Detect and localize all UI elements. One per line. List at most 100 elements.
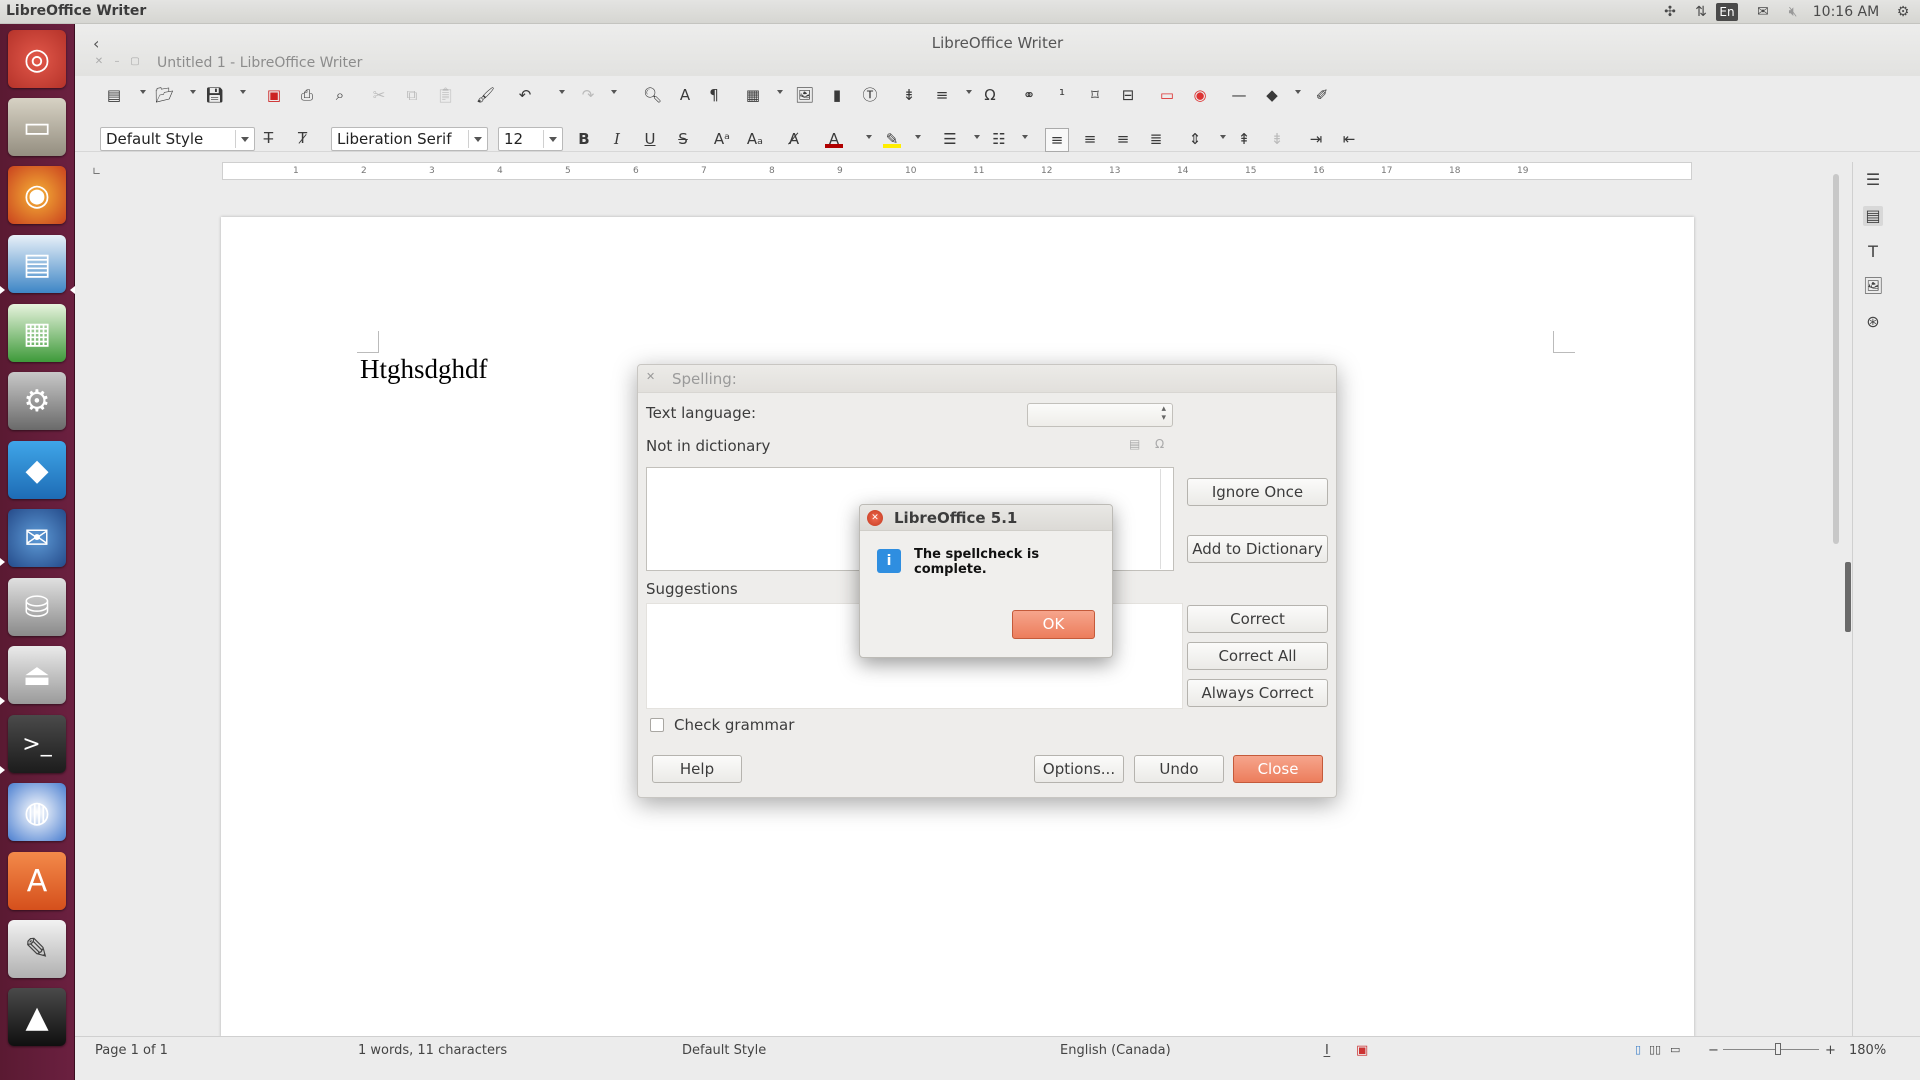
vertical-scrollbar[interactable] [1831,162,1841,1037]
text-language[interactable]: English (Canada) [1060,1043,1171,1058]
zoom-in-icon[interactable]: + [1825,1043,1836,1058]
help-button[interactable]: Help [652,755,742,783]
usb-drive-icon[interactable]: ⏏ [8,646,66,704]
page-break-icon[interactable]: ⇟ [900,86,918,104]
scrollbar-thumb[interactable] [1833,174,1839,544]
close-button[interactable]: Close [1233,755,1323,783]
book-view-icon[interactable]: ▭ [1670,1043,1680,1056]
keyboard-layout-indicator[interactable]: En [1716,3,1738,21]
track-changes-icon[interactable]: ◉ [1191,86,1209,104]
gallery-icon[interactable]: 🖼︎ [1863,276,1883,296]
redo-icon[interactable]: ↷ [579,86,597,104]
superscript-icon[interactable]: Aᵃ [713,130,731,148]
horizontal-ruler[interactable]: 1 2 3 4 5 6 7 8 9 10 11 12 13 14 15 16 17 18 19 [222,162,1692,180]
zoom-out-icon[interactable]: − [1708,1043,1719,1058]
dropdown-arrow-icon[interactable] [777,90,783,94]
ordered-list-icon[interactable]: ☷ [990,130,1008,148]
dropdown-arrow-icon[interactable] [190,90,196,94]
formatting-marks-icon[interactable]: ¶ [705,86,723,104]
align-left-icon[interactable]: ≡ [1045,128,1069,152]
software-center-icon[interactable]: A [8,852,66,910]
maximize-window-icon[interactable]: ▢ [129,56,141,68]
check-grammar-checkbox[interactable] [650,718,664,732]
dropdown-arrow-icon[interactable] [1220,135,1226,139]
system-gear-icon[interactable]: ⚙ [1892,2,1914,22]
bookmark-icon[interactable]: ⌑ [1086,86,1104,104]
new-style-icon[interactable]: T̷ [298,129,307,147]
styles-icon[interactable]: T [1863,242,1883,262]
insert-line-icon[interactable]: — [1230,86,1248,104]
insert-field-icon[interactable]: ≡ [933,86,951,104]
cross-reference-icon[interactable]: ⊟ [1119,86,1137,104]
dropdown-arrow-icon[interactable] [915,135,921,139]
tab-stop-selector[interactable]: ∟ [92,165,101,178]
increase-paragraph-spacing-icon[interactable]: ⇞ [1235,130,1253,148]
hyperlink-icon[interactable]: ⚭ [1020,86,1038,104]
correct-button[interactable]: Correct [1187,605,1328,633]
basic-shapes-icon[interactable]: ◆ [1263,86,1281,104]
page-style[interactable]: Default Style [682,1043,766,1058]
decrease-indent-icon[interactable]: ⇤ [1340,130,1358,148]
italic-icon[interactable]: I [608,130,626,148]
navigator-icon[interactable]: ⊛ [1863,312,1883,332]
insert-chart-icon[interactable]: ▮ [828,86,846,104]
font-size-combo[interactable]: 12 [498,127,563,151]
font-color-icon[interactable]: A [825,130,843,148]
print-icon[interactable]: ⎙ [298,86,316,104]
comment-icon[interactable]: ▭ [1158,86,1176,104]
close-dialog-icon[interactable]: ✕ [646,370,655,383]
text-language-select[interactable]: ▴ ▾ [1027,403,1173,427]
dropdown-arrow-icon[interactable] [866,135,872,139]
inkscape-icon[interactable]: ▲ [8,988,66,1046]
decrease-paragraph-spacing-icon[interactable]: ⇟ [1268,130,1286,148]
single-page-view-icon[interactable]: ▯ [1635,1043,1641,1056]
insert-textbox-icon[interactable]: Ⓣ [861,86,879,104]
dash-home-icon[interactable]: ◎ [8,30,66,88]
strikethrough-icon[interactable]: S [674,130,692,148]
dropdown-arrow-icon[interactable] [140,90,146,94]
dropdown-arrow-icon[interactable] [974,135,980,139]
ignore-once-button[interactable]: Ignore Once [1187,478,1328,506]
always-correct-button[interactable]: Always Correct [1187,679,1328,707]
dropbox-icon[interactable]: ◆ [8,441,66,499]
insert-mode-icon[interactable]: I̲ [1325,1043,1329,1058]
copy-icon[interactable]: ⧉ [403,86,421,104]
zoom-level[interactable]: 180% [1849,1043,1886,1058]
options-button[interactable]: Options... [1034,755,1124,783]
disk-drive-icon[interactable]: ⛁ [8,578,66,636]
spelling-icon[interactable]: A [676,86,694,104]
insert-table-icon[interactable]: ▦ [744,86,762,104]
clock[interactable]: 10:16 AM [1812,2,1880,22]
dropdown-arrow-icon[interactable] [240,90,246,94]
text-editor-icon[interactable]: ✎ [8,920,66,978]
libreoffice-writer-icon[interactable]: ▤ [8,235,66,293]
ok-button[interactable]: OK [1012,610,1095,639]
page-count[interactable]: Page 1 of 1 [95,1043,168,1058]
justify-icon[interactable]: ≣ [1147,130,1165,148]
bold-icon[interactable]: B [575,130,593,148]
chevron-down-icon[interactable] [474,137,482,142]
close-dialog-icon[interactable]: ✕ [867,510,883,526]
textbox-scrollbar[interactable] [1160,469,1172,569]
clear-formatting-icon[interactable]: A̸ [785,130,803,148]
align-center-icon[interactable]: ≡ [1081,130,1099,148]
document-modified-icon[interactable]: ▣ [1356,1043,1368,1058]
dropdown-arrow-icon[interactable] [1295,90,1301,94]
dropdown-arrow-icon[interactable] [559,90,565,94]
properties-icon[interactable]: ▤ [1863,206,1883,226]
multi-page-view-icon[interactable]: ▯▯ [1649,1043,1661,1056]
chevron-down-icon[interactable] [241,137,249,142]
google-earth-icon[interactable]: ◍ [8,783,66,841]
undo-icon[interactable]: ↶ [516,86,534,104]
zoom-slider[interactable] [1723,1049,1819,1050]
find-replace-icon[interactable]: 🔍︎ [643,86,662,104]
files-icon[interactable]: ▭ [8,98,66,156]
font-name-combo[interactable]: Liberation Serif [331,127,488,151]
dropdown-arrow-icon[interactable] [966,90,972,94]
zoom-slider-thumb[interactable] [1775,1043,1781,1055]
firefox-icon[interactable]: ◉ [8,166,66,224]
dropdown-arrow-icon[interactable] [611,90,617,94]
paragraph-style-combo[interactable]: Default Style [100,127,255,151]
export-pdf-icon[interactable]: ▣ [265,86,283,104]
save-icon[interactable]: 💾︎ [205,86,224,104]
